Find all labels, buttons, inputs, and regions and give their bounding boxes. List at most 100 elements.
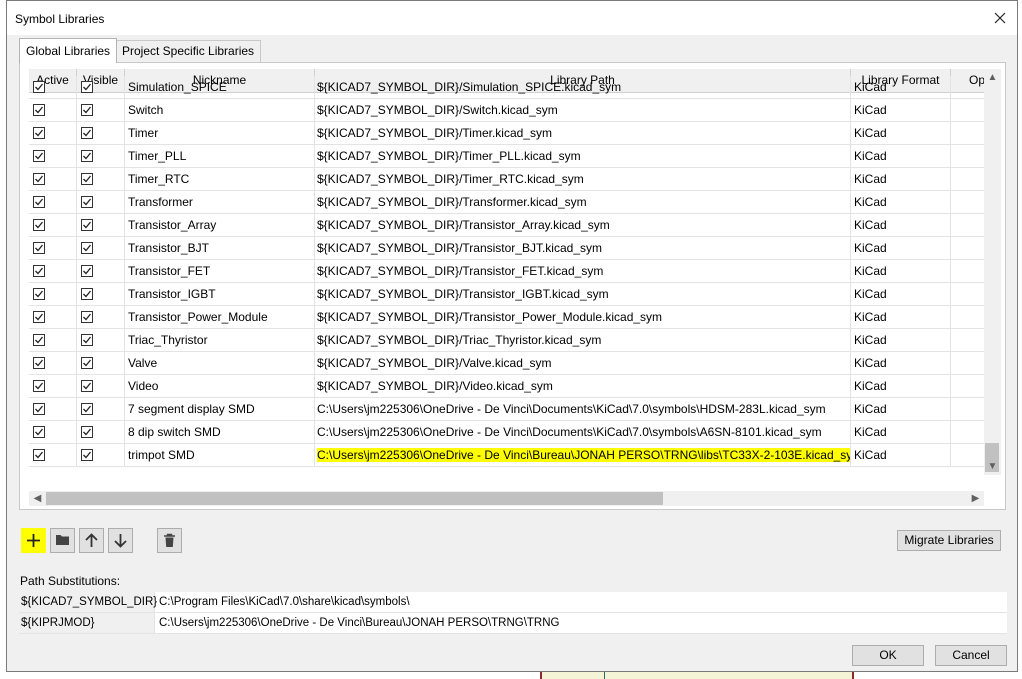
active-checkbox[interactable] — [33, 311, 45, 323]
options-cell[interactable] — [951, 421, 984, 444]
table-row[interactable]: Timer_RTC ${KICAD7_SYMBOL_DIR}/Timer_RTC.… — [29, 168, 984, 191]
nickname-cell[interactable]: Simulation_SPICE — [125, 76, 315, 99]
options-cell[interactable] — [951, 191, 984, 214]
vertical-scrollbar[interactable]: ▲ ▼ — [984, 69, 1001, 475]
visible-checkbox[interactable] — [81, 81, 93, 93]
library-path-cell[interactable]: ${KICAD7_SYMBOL_DIR}/Valve.kicad_sym — [315, 352, 851, 375]
ok-button[interactable]: OK — [852, 645, 924, 666]
library-format-cell[interactable]: KiCad — [851, 99, 951, 122]
visible-checkbox[interactable] — [81, 127, 93, 139]
options-cell[interactable] — [951, 352, 984, 375]
options-cell[interactable] — [951, 145, 984, 168]
options-cell[interactable] — [951, 168, 984, 191]
nickname-cell[interactable]: Transistor_Array — [125, 214, 315, 237]
close-icon[interactable] — [989, 7, 1011, 29]
library-path-cell[interactable]: ${KICAD7_SYMBOL_DIR}/Transistor_IGBT.kic… — [315, 283, 851, 306]
library-path-cell[interactable]: ${KICAD7_SYMBOL_DIR}/Transistor_FET.kica… — [315, 260, 851, 283]
nickname-cell[interactable]: Transistor_BJT — [125, 237, 315, 260]
active-checkbox[interactable] — [33, 150, 45, 162]
table-row[interactable]: Simulation_SPICE ${KICAD7_SYMBOL_DIR}/Sim… — [29, 76, 984, 99]
library-format-cell[interactable]: KiCad — [851, 352, 951, 375]
table-row[interactable]: Video ${KICAD7_SYMBOL_DIR}/Video.kicad_sy… — [29, 375, 984, 398]
visible-checkbox[interactable] — [81, 311, 93, 323]
library-format-cell[interactable]: KiCad — [851, 444, 951, 467]
tab-global-libraries[interactable]: Global Libraries — [19, 38, 118, 63]
nickname-cell[interactable]: Timer_PLL — [125, 145, 315, 168]
visible-checkbox[interactable] — [81, 380, 93, 392]
active-checkbox[interactable] — [33, 357, 45, 369]
library-format-cell[interactable]: KiCad — [851, 329, 951, 352]
nickname-cell[interactable]: Timer — [125, 122, 315, 145]
library-format-cell[interactable]: KiCad — [851, 237, 951, 260]
nickname-cell[interactable]: Valve — [125, 352, 315, 375]
scroll-right-icon[interactable]: ▶ — [967, 491, 984, 506]
nickname-cell[interactable]: Triac_Thyristor — [125, 329, 315, 352]
table-row[interactable]: Triac_Thyristor ${KICAD7_SYMBOL_DIR}/Tria… — [29, 329, 984, 352]
table-row[interactable]: Switch ${KICAD7_SYMBOL_DIR}/Switch.kicad_… — [29, 99, 984, 122]
active-checkbox[interactable] — [33, 380, 45, 392]
hscroll-thumb[interactable] — [46, 492, 663, 505]
visible-checkbox[interactable] — [81, 403, 93, 415]
visible-checkbox[interactable] — [81, 334, 93, 346]
library-path-cell[interactable]: ${KICAD7_SYMBOL_DIR}/Timer.kicad_sym — [315, 122, 851, 145]
active-checkbox[interactable] — [33, 449, 45, 461]
options-cell[interactable] — [951, 260, 984, 283]
table-row[interactable]: Transformer ${KICAD7_SYMBOL_DIR}/Transfor… — [29, 191, 984, 214]
scroll-down-icon[interactable]: ▼ — [984, 458, 1001, 475]
visible-checkbox[interactable] — [81, 357, 93, 369]
library-path-cell[interactable]: ${KICAD7_SYMBOL_DIR}/Transistor_Power_Mo… — [315, 306, 851, 329]
table-row[interactable]: Transistor_Power_Module ${KICAD7_SYMBOL_D… — [29, 306, 984, 329]
library-format-cell[interactable]: KiCad — [851, 76, 951, 99]
library-path-cell[interactable]: ${KICAD7_SYMBOL_DIR}/Triac_Thyristor.kic… — [315, 329, 851, 352]
library-path-cell[interactable]: ${KICAD7_SYMBOL_DIR}/Switch.kicad_sym — [315, 99, 851, 122]
move-up-button[interactable] — [79, 528, 104, 553]
visible-checkbox[interactable] — [81, 265, 93, 277]
library-format-cell[interactable]: KiCad — [851, 214, 951, 237]
table-row[interactable]: Valve ${KICAD7_SYMBOL_DIR}/Valve.kicad_sy… — [29, 352, 984, 375]
nickname-cell[interactable]: Transistor_FET — [125, 260, 315, 283]
library-path-cell[interactable]: ${KICAD7_SYMBOL_DIR}/Timer_RTC.kicad_sym — [315, 168, 851, 191]
library-format-cell[interactable]: KiCad — [851, 398, 951, 421]
library-format-cell[interactable]: KiCad — [851, 283, 951, 306]
active-checkbox[interactable] — [33, 288, 45, 300]
table-row[interactable]: 8 dip switch SMD C:\Users\jm225306\OneDri… — [29, 421, 984, 444]
visible-checkbox[interactable] — [81, 104, 93, 116]
active-checkbox[interactable] — [33, 173, 45, 185]
library-path-cell[interactable]: ${KICAD7_SYMBOL_DIR}/Video.kicad_sym — [315, 375, 851, 398]
move-down-button[interactable] — [108, 528, 133, 553]
visible-checkbox[interactable] — [81, 426, 93, 438]
library-path-cell[interactable]: ${KICAD7_SYMBOL_DIR}/Simulation_SPICE.ki… — [315, 76, 851, 99]
migrate-libraries-button[interactable]: Migrate Libraries — [897, 530, 1001, 551]
library-path-cell[interactable]: ${KICAD7_SYMBOL_DIR}/Transistor_BJT.kica… — [315, 237, 851, 260]
browse-library-button[interactable] — [50, 528, 75, 553]
active-checkbox[interactable] — [33, 104, 45, 116]
table-row[interactable]: Transistor_BJT ${KICAD7_SYMBOL_DIR}/Trans… — [29, 237, 984, 260]
table-row[interactable]: 7 segment display SMD C:\Users\jm225306\O… — [29, 398, 984, 421]
options-cell[interactable] — [951, 306, 984, 329]
table-row[interactable]: Timer_PLL ${KICAD7_SYMBOL_DIR}/Timer_PLL.… — [29, 145, 984, 168]
tab-project-specific-libraries[interactable]: Project Specific Libraries — [115, 40, 262, 62]
scroll-left-icon[interactable]: ◀ — [29, 491, 46, 506]
library-format-cell[interactable]: KiCad — [851, 145, 951, 168]
library-format-cell[interactable]: KiCad — [851, 122, 951, 145]
library-format-cell[interactable]: KiCad — [851, 168, 951, 191]
nickname-cell[interactable]: trimpot SMD — [125, 444, 315, 467]
visible-checkbox[interactable] — [81, 449, 93, 461]
active-checkbox[interactable] — [33, 265, 45, 277]
library-path-cell[interactable]: C:\Users\jm225306\OneDrive - De Vinci\Do… — [315, 421, 851, 444]
library-format-cell[interactable]: KiCad — [851, 375, 951, 398]
active-checkbox[interactable] — [33, 403, 45, 415]
visible-checkbox[interactable] — [81, 288, 93, 300]
visible-checkbox[interactable] — [81, 150, 93, 162]
options-cell[interactable] — [951, 237, 984, 260]
table-row[interactable]: Transistor_IGBT ${KICAD7_SYMBOL_DIR}/Tran… — [29, 283, 984, 306]
horizontal-scrollbar[interactable]: ◀ ▶ — [29, 491, 984, 506]
options-cell[interactable] — [951, 214, 984, 237]
library-path-cell[interactable]: C:\Users\jm225306\OneDrive - De Vinci\Bu… — [315, 444, 851, 467]
active-checkbox[interactable] — [33, 81, 45, 93]
options-cell[interactable] — [951, 444, 984, 467]
table-row[interactable]: trimpot SMD C:\Users\jm225306\OneDrive - … — [29, 444, 984, 467]
active-checkbox[interactable] — [33, 242, 45, 254]
library-path-cell[interactable]: ${KICAD7_SYMBOL_DIR}/Transistor_Array.ki… — [315, 214, 851, 237]
nickname-cell[interactable]: Transistor_Power_Module — [125, 306, 315, 329]
